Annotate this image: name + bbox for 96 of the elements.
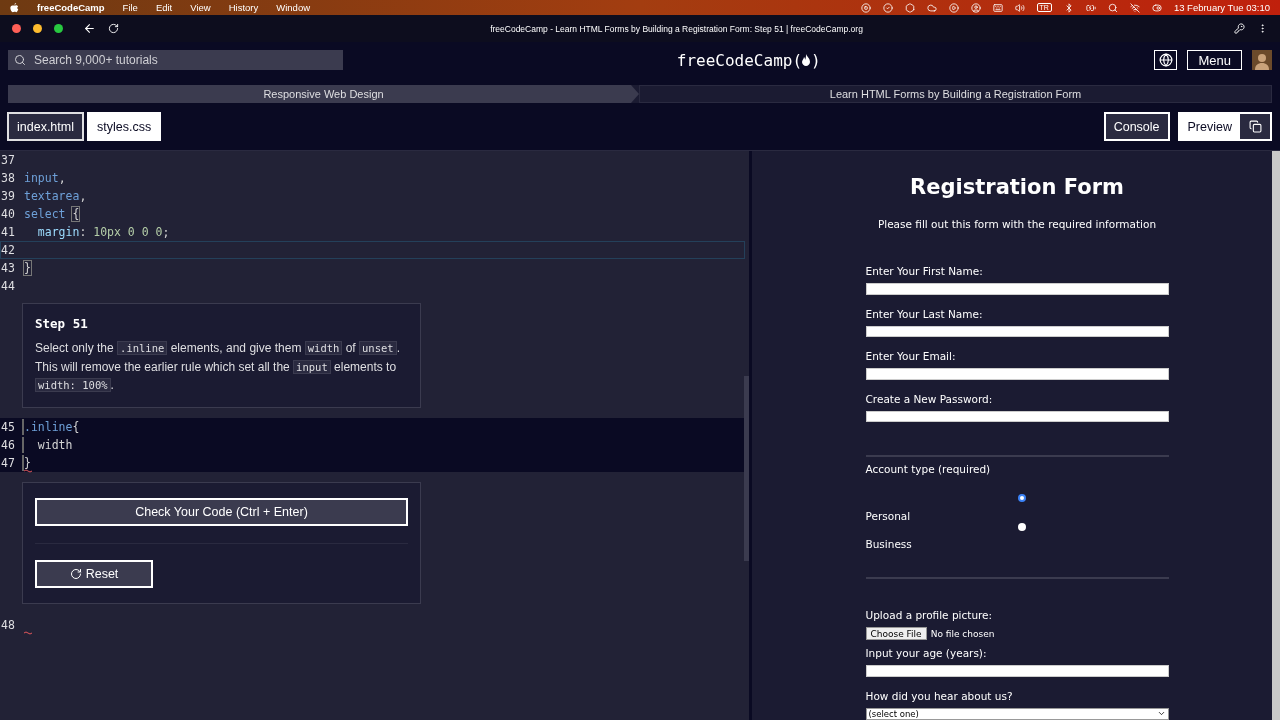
flame-icon [802, 54, 812, 66]
form-title: Registration Form [909, 175, 1125, 199]
line-number: 42 [1, 243, 16, 257]
code-token: } [24, 455, 31, 470]
line-number: 38 [1, 171, 16, 185]
menu-item[interactable]: File [122, 2, 138, 13]
back-icon[interactable] [83, 22, 96, 35]
code-token: { [72, 419, 80, 434]
wifi-off-icon[interactable] [1129, 2, 1140, 13]
code-token: width [36, 437, 73, 452]
volume-icon[interactable] [1014, 2, 1025, 13]
code-token: ; [162, 225, 170, 239]
user-icon[interactable] [970, 2, 981, 13]
file-status: No file chosen [930, 628, 995, 639]
code-token: { [72, 207, 80, 221]
fieldset-legend: Account type (required) [865, 463, 1169, 476]
select-dropdown[interactable]: (select one) [865, 707, 1169, 720]
menu-item[interactable]: History [228, 2, 259, 13]
line-number: 45 [1, 419, 16, 434]
check-icon[interactable] [882, 2, 893, 13]
form-subtitle: Please fill out this form with the required information [876, 218, 1158, 230]
search-icon[interactable] [1107, 2, 1118, 13]
logo: freeCodeCamp( ) [675, 50, 822, 70]
breadcrumb-link[interactable]: Responsive Web Design [8, 85, 639, 103]
toggle-icon[interactable] [1151, 2, 1162, 13]
line-number: 39 [1, 189, 16, 203]
check-code-button[interactable]: Check Your Code (Ctrl + Enter) [35, 497, 408, 526]
code-token: 10px 0 0 0 [93, 225, 163, 239]
pane-button[interactable]: Console [1103, 112, 1170, 141]
text-field[interactable] [865, 283, 1169, 295]
breadcrumb-link[interactable]: Learn HTML Forms by Building a Registration Form [639, 85, 1272, 103]
code-token: , [58, 171, 66, 185]
bluetooth-icon[interactable] [1063, 2, 1074, 13]
code-token: textarea [24, 189, 80, 203]
line-number: 47 [1, 455, 16, 470]
field-label: Enter Your Last Name: [865, 307, 984, 320]
code-token: input [24, 171, 59, 185]
field-label: Create a New Password: [865, 392, 994, 405]
key-icon[interactable] [1234, 23, 1245, 34]
apple-icon[interactable] [10, 2, 19, 13]
step-title: Step 51 [35, 316, 89, 331]
menu-item[interactable]: Edit [155, 2, 173, 13]
radio-button[interactable] [1017, 493, 1026, 502]
radio-label: Personal [865, 509, 912, 523]
radio-button[interactable] [1017, 522, 1026, 531]
line-number: 41 [1, 225, 16, 239]
zoom-button[interactable] [54, 24, 63, 33]
language-button[interactable] [1154, 50, 1178, 70]
field-label: Input your age (years): [865, 647, 988, 660]
play-icon[interactable] [948, 2, 959, 13]
field-label: Enter Your Email: [865, 350, 957, 363]
code-token: , [79, 189, 87, 203]
code-token: } [24, 261, 31, 275]
cloud-icon[interactable] [926, 2, 937, 13]
stop-icon[interactable] [860, 2, 871, 13]
menu-item[interactable]: View [190, 2, 211, 13]
choose-file-button[interactable]: Choose File [865, 627, 927, 641]
search-icon [14, 54, 26, 66]
line-number: 46 [1, 437, 16, 452]
line-number: 37 [1, 153, 16, 167]
hexagon-icon[interactable] [904, 2, 915, 13]
pane-button[interactable]: Preview [1177, 112, 1272, 141]
minimize-button[interactable] [33, 24, 42, 33]
field-label: Upload a profile picture: [865, 609, 994, 622]
keyboard-icon[interactable] [992, 2, 1003, 13]
line-number: 48 [1, 617, 16, 632]
file-tab[interactable]: styles.css [87, 112, 162, 141]
file-tab[interactable]: index.html [7, 112, 84, 141]
text-field[interactable] [865, 325, 1169, 338]
field-label: How did you hear about us? [865, 689, 1014, 702]
code-token: .inline [24, 419, 73, 434]
code-token: margin [36, 225, 80, 239]
text-field[interactable] [865, 368, 1169, 380]
text-field[interactable] [865, 410, 1169, 423]
radio-label: Business [865, 538, 913, 552]
code-token: : [79, 225, 88, 239]
close-button[interactable] [12, 24, 21, 33]
window-title: freeCodeCamp - Learn HTML Forms by Building a Registration Form: Step 51 | freeCodeCamp.org [489, 23, 864, 34]
step-description: Select only the .inline elements, and give them width of unset . This will remove the earlier rule which set all the input elements to width: 100% . [35, 340, 401, 394]
avatar [1252, 50, 1272, 70]
line-number: 44 [1, 279, 16, 293]
reset-icon [69, 567, 82, 580]
code-token: select [24, 207, 67, 221]
line-number: 43 [1, 261, 16, 275]
menu-item[interactable]: Window [276, 2, 311, 13]
search-field[interactable]: Search 9,000+ tutorials [8, 50, 343, 70]
reload-icon[interactable] [108, 23, 119, 34]
app-menu[interactable]: freeCodeCamp [37, 2, 105, 13]
menu-button[interactable]: Menu [1187, 50, 1242, 70]
clock: 13 February Tue 03:10 [1173, 2, 1270, 13]
battery-icon[interactable] [1085, 2, 1096, 13]
text-field[interactable] [865, 665, 1169, 677]
field-label: Enter Your First Name: [865, 265, 984, 277]
windows-icon [1248, 120, 1262, 133]
reset-button[interactable]: Reset [35, 559, 153, 588]
line-number: 40 [1, 207, 16, 221]
